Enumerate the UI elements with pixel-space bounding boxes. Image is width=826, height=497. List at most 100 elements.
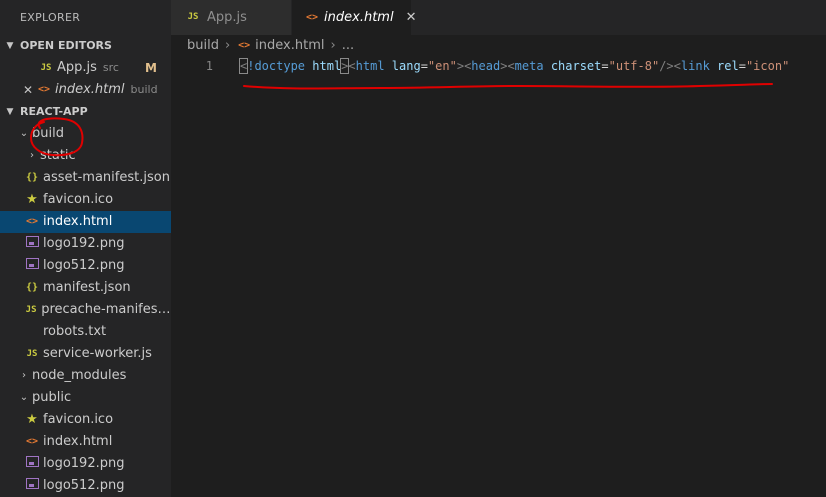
file-precache-manifest[interactable]: JS precache-manifest.b... [0,299,171,321]
tree-item-label: logo512.png [43,258,125,273]
code-token: meta [514,59,544,73]
file-service-worker-js[interactable]: JS service-worker.js [0,343,171,365]
code-token: "utf-8" [608,59,660,73]
tree-item-label: index.html [43,434,113,449]
code-token: html [355,59,385,73]
code-token: = [420,59,428,73]
folder-public[interactable]: ⌄ public [0,387,171,409]
open-editor-label: index.html [55,82,125,97]
breadcrumb-more[interactable]: ... [342,35,354,57]
code-token: head [471,59,501,73]
file-logo512-png[interactable]: logo512.png [0,255,171,277]
project-section-header[interactable]: ▼ REACT-APP [0,101,171,123]
tree-item-label: node_modules [32,368,127,383]
image-file-icon [24,233,40,255]
file-index-html-selected[interactable]: <> index.html [0,211,171,233]
breadcrumb-folder[interactable]: build [187,35,219,57]
close-icon[interactable]: ✕ [20,79,36,101]
file-public-favicon-ico[interactable]: ★ favicon.ico [0,409,171,431]
code-token: = [738,59,746,73]
code-editor[interactable]: 1 <!doctype html><html lang="en"><head><… [171,57,826,497]
explorer-sidebar: EXPLORER ▼ OPEN EDITORS JS App.js src M … [0,0,171,497]
code-token: link [680,59,710,73]
file-public-index-html[interactable]: <> index.html [0,431,171,453]
code-token: < [673,59,681,73]
javascript-file-icon: JS [26,349,38,359]
code-token: rel [717,59,739,73]
modified-badge: M [145,61,157,75]
open-editor-label: App.js [57,60,97,75]
javascript-file-icon: JS [40,63,52,73]
tree-item-label: manifest.json [43,280,131,295]
tree-item-label: logo192.png [43,456,125,471]
json-file-icon: {} [25,282,39,293]
code-token: /> [659,59,674,73]
file-public-logo512-png[interactable]: logo512.png [0,475,171,497]
chevron-down-icon: ⌄ [19,128,29,139]
chevron-right-icon: › [330,38,336,53]
line-number: 1 [205,59,213,73]
code-token: "en" [427,59,457,73]
open-editor-path: src [102,61,119,74]
open-editor-app-js[interactable]: JS App.js src M [0,57,171,79]
image-file-icon [24,475,40,497]
code-token: "icon" [745,59,790,73]
chevron-down-icon: ⌄ [19,392,29,403]
tree-item-label: static [40,148,76,163]
tab-app-js[interactable]: JS App.js [171,0,292,35]
chevron-right-icon: › [224,38,231,53]
open-editors-title: OPEN EDITORS [20,39,112,52]
folder-node-modules[interactable]: › node_modules [0,365,171,387]
open-editor-path: build [130,83,158,96]
editor-tab-bar: JS App.js <> index.html ✕ [171,0,826,35]
code-token: = [601,59,609,73]
image-file-icon [24,255,40,277]
code-line[interactable]: <!doctype html><html lang="en"><head><me… [238,57,790,75]
file-favicon-ico[interactable]: ★ favicon.ico [0,189,171,211]
folder-static[interactable]: › static [0,145,171,167]
html-file-icon: <> [25,436,39,447]
tree-item-label: public [32,390,72,405]
file-public-logo192-png[interactable]: logo192.png [0,453,171,475]
tab-label: index.html [324,10,394,25]
tree-item-label: service-worker.js [43,346,152,361]
code-token: html [312,59,342,73]
file-logo192-png[interactable]: logo192.png [0,233,171,255]
file-asset-manifest-json[interactable]: {} asset-manifest.json [0,167,171,189]
tree-item-label: asset-manifest.json [43,170,170,185]
line-number-gutter: 1 [171,57,233,75]
tree-item-label: build [32,126,64,141]
tree-item-label: robots.txt [43,324,107,339]
code-token: > [456,59,465,73]
tree-item-label: precache-manifest.b... [41,302,171,317]
favicon-file-icon: ★ [26,412,38,427]
close-icon[interactable]: ✕ [406,0,417,35]
image-file-icon [24,453,40,475]
open-editor-index-html[interactable]: ✕ <> index.html build [0,79,171,101]
breadcrumb: build › <> index.html › ... [171,35,826,57]
code-token: lang [391,59,421,73]
chevron-right-icon: › [22,370,26,381]
tab-label: App.js [207,10,247,25]
project-title: REACT-APP [20,105,88,118]
code-token: charset [550,59,602,73]
json-file-icon: {} [25,172,39,183]
explorer-title: EXPLORER [20,11,81,24]
favicon-file-icon: ★ [26,192,38,207]
html-file-icon: <> [25,216,39,227]
tab-index-html[interactable]: <> index.html ✕ [292,0,417,35]
html-file-icon: <> [306,12,319,23]
file-robots-txt[interactable]: robots.txt [0,321,171,343]
tree-item-label: favicon.ico [43,192,114,207]
breadcrumb-file[interactable]: index.html [255,35,324,57]
html-file-icon: <> [37,84,51,95]
open-editors-section-header[interactable]: ▼ OPEN EDITORS [0,35,171,57]
javascript-file-icon: JS [25,305,37,315]
code-token: < [348,59,356,73]
tree-item-label: favicon.ico [43,412,114,427]
file-manifest-json[interactable]: {} manifest.json [0,277,171,299]
folder-build[interactable]: ⌄ build [0,123,171,145]
javascript-file-icon: JS [187,12,199,22]
tree-item-label: logo512.png [43,478,125,493]
code-token: < [507,59,515,73]
